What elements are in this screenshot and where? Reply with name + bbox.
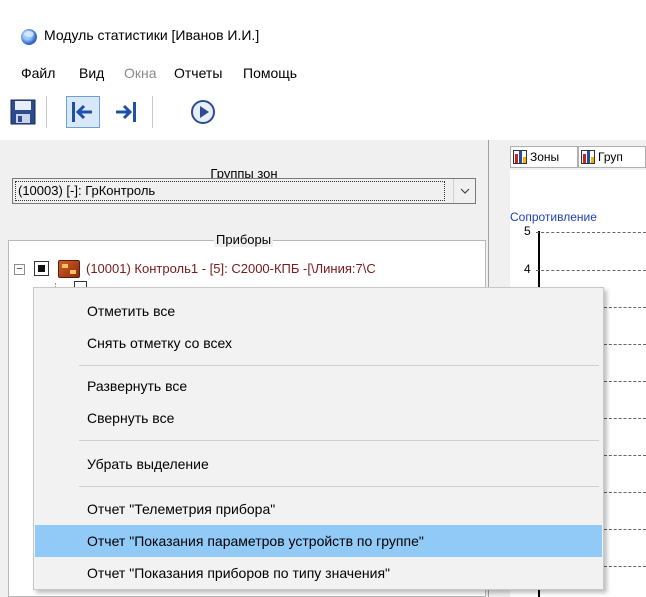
device-label: (10001) Контроль1 - [5]: С2000-КПБ -[\Ли… [86, 261, 376, 276]
grid-line [536, 270, 646, 271]
menu-file[interactable]: Файл [21, 65, 55, 81]
menu-item-report-telemetry[interactable]: Отчет "Телеметрия прибора" [35, 493, 602, 525]
save-icon [10, 99, 36, 125]
menu-separator [79, 486, 599, 487]
play-button[interactable] [186, 96, 220, 128]
grid-line [536, 232, 646, 233]
play-icon [191, 100, 215, 124]
menu-separator [79, 440, 599, 441]
grid-line [604, 492, 646, 493]
grid-line [604, 566, 646, 567]
toolbar [0, 88, 646, 134]
tree-checkbox[interactable] [34, 261, 49, 276]
arrow-right-icon [116, 102, 136, 122]
grid-line [604, 418, 646, 419]
app-icon [21, 29, 37, 45]
tab-groups[interactable]: Груп [578, 146, 646, 168]
menu-item-uncheck-all[interactable]: Снять отметку со всех [35, 327, 602, 359]
save-button[interactable] [6, 96, 40, 128]
tab-zones-label: Зоны [530, 150, 560, 164]
grid-line [604, 344, 646, 345]
expand-right-button[interactable] [108, 96, 142, 128]
device-icon [58, 260, 80, 278]
tab-groups-label: Груп [598, 150, 623, 164]
chart-title: Сопротивление [510, 210, 597, 224]
grid-line [604, 455, 646, 456]
menu-view[interactable]: Вид [79, 65, 104, 81]
menu-separator [79, 365, 599, 366]
menu-item-collapse-all[interactable]: Свернуть все [35, 402, 602, 434]
window-title: Модуль статистики [Иванов И.И.] [44, 27, 260, 43]
title-bar: Модуль статистики [Иванов И.И.] [0, 0, 646, 58]
menu-item-check-all[interactable]: Отметить все [35, 295, 602, 327]
menu-bar: Файл Вид Окна Отчеты Помощь [0, 60, 646, 84]
menu-item-clear-selection[interactable]: Убрать выделение [35, 448, 602, 480]
bar-chart-icon [513, 150, 527, 164]
grid-line [604, 381, 646, 382]
y-tick-label: 4 [524, 262, 531, 276]
menu-windows[interactable]: Окна [124, 65, 157, 81]
menu-help[interactable]: Помощь [243, 65, 297, 81]
devices-label: Приборы [214, 232, 274, 247]
bar-chart-icon [581, 150, 595, 164]
tab-strip: Зоны Груп [510, 146, 646, 168]
grid-line [604, 529, 646, 530]
tree-row[interactable]: − (10001) Контроль1 - [5]: С2000-КПБ -[\… [14, 260, 484, 280]
collapse-left-button[interactable] [66, 96, 100, 128]
arrow-left-icon [72, 102, 92, 122]
zone-group-select[interactable]: (10003) [-]: ГрКонтроль [12, 178, 476, 204]
grid-line [604, 307, 646, 308]
y-tick-label: 5 [524, 224, 531, 238]
context-menu: Отметить все Снять отметку со всех Разве… [33, 287, 604, 590]
menu-item-report-value-type[interactable]: Отчет "Показания приборов по типу значен… [35, 557, 602, 589]
chevron-down-icon[interactable] [453, 179, 475, 203]
menu-item-report-group-params[interactable]: Отчет "Показания параметров устройств по… [35, 525, 602, 557]
zone-group-selected: (10003) [-]: ГрКонтроль [15, 181, 445, 201]
tab-zones[interactable]: Зоны [510, 146, 578, 168]
menu-reports[interactable]: Отчеты [174, 65, 222, 81]
menu-item-expand-all[interactable]: Развернуть все [35, 370, 602, 402]
collapse-icon[interactable]: − [14, 264, 25, 275]
